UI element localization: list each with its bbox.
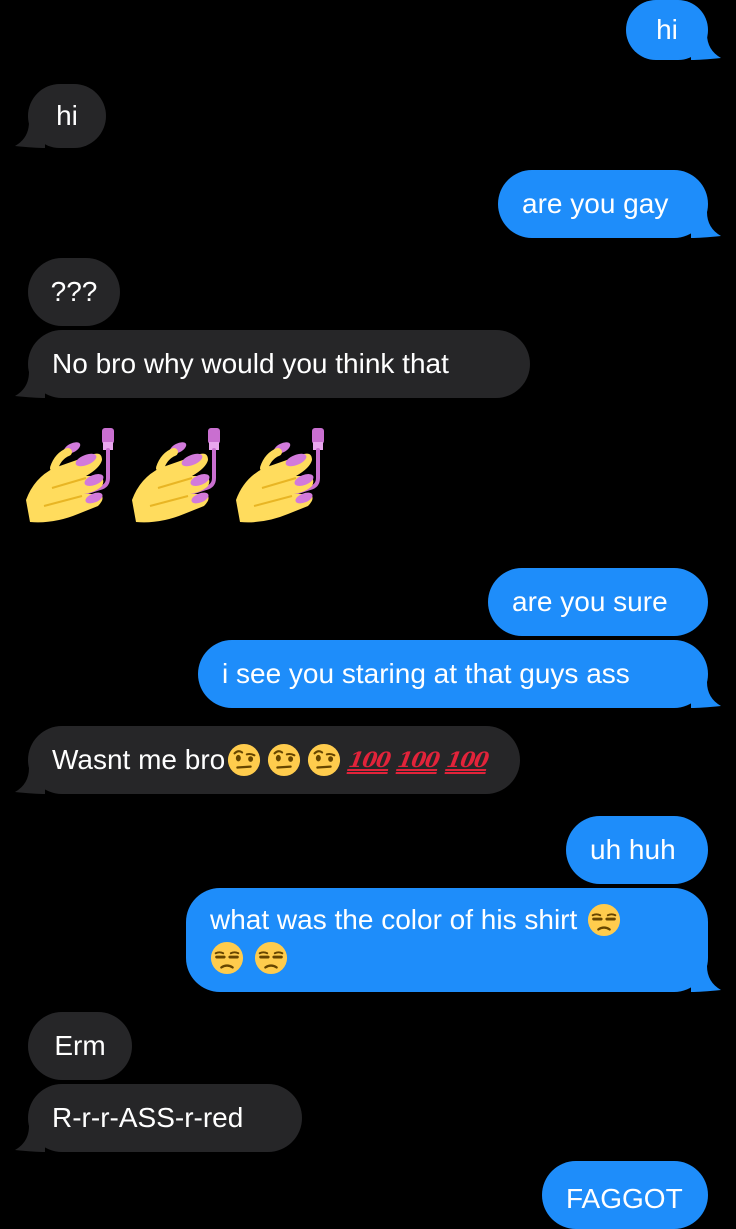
message-bubble-sent[interactable]: i see you staring at that guys ass [198,640,721,708]
bubble-tail [15,1126,45,1152]
message-bubble-received[interactable]: hi [15,84,106,148]
nail-polish-icon [234,424,334,524]
message-text: hi [56,100,78,131]
message-bubble-received[interactable]: R-r-r-ASS-r-red [15,1084,302,1152]
nail-polish-icon [130,424,230,524]
message-text: are you gay [522,188,669,219]
message-bubble-received[interactable]: No bro why would you think that [15,330,530,398]
message-text: Erm [54,1030,106,1061]
message-text: i see you staring at that guys ass [222,658,630,689]
bubble-tail [15,768,45,794]
bubble-tail [15,372,45,398]
nail-polish-icon [24,424,124,524]
emoji-message[interactable] [24,424,344,528]
unamused-face-icon [587,903,621,937]
bubble-tail [691,34,721,60]
face-with-raised-eyebrow-icon [267,743,301,777]
bubble-tail [691,212,721,238]
hundred-points-icon: 100 [347,747,393,772]
face-with-raised-eyebrow-icon [227,743,261,777]
face-with-raised-eyebrow-icon [307,743,341,777]
bubble-tail [15,122,45,148]
message-bubble-sent[interactable]: uh huh [566,816,708,884]
message-text: are you sure [512,586,668,617]
hundred-points-icon: 100 [444,747,491,772]
unamused-face-icon [210,941,244,975]
hundred-points-icon: 100 [395,747,442,772]
message-bubble-sent[interactable]: are you gay [498,170,721,238]
message-bubble-sent[interactable]: hi [626,0,721,60]
bubble-tail [691,682,721,708]
message-bubble-received[interactable]: Erm [28,1012,132,1080]
message-text: Wasnt me bro [52,744,226,775]
message-text: what was the color of his shirt [210,904,578,935]
message-bubble-sent[interactable]: are you sure [488,568,708,636]
message-bubble-sent[interactable]: FAGGOT [542,1161,708,1229]
message-text: No bro why would you think that [52,348,449,379]
bubble-tail [691,966,721,992]
message-bubble-received[interactable]: ??? [28,258,120,326]
message-text: R-r-r-ASS-r-red [52,1102,244,1133]
message-text: ??? [50,276,98,307]
unamused-face-icon [254,941,288,975]
message-text: uh huh [590,834,676,865]
message-bubble-sent[interactable]: what was the color of his shirt [186,888,721,992]
message-bubble-received[interactable]: Wasnt me bro 100 100 100 [15,726,520,794]
message-text: FAGGOT [566,1183,683,1214]
message-text: hi [656,14,678,45]
